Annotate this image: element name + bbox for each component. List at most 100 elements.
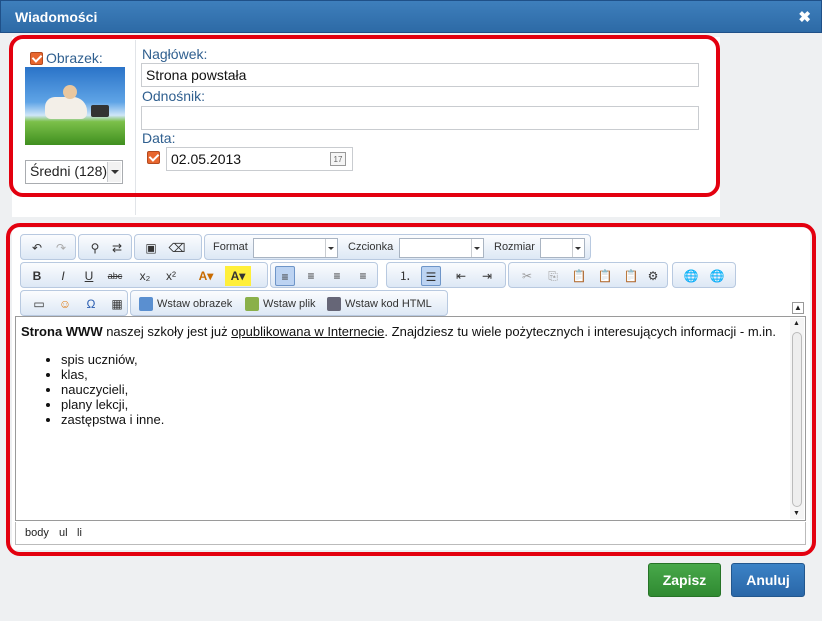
paste-word-icon[interactable]: 📋 — [621, 266, 641, 286]
news-image-thumbnail[interactable] — [25, 67, 125, 145]
insert-image-label: Wstaw obrazek — [157, 298, 233, 310]
size-label: Rozmiar — [494, 241, 535, 253]
scroll-down-icon[interactable]: ▼ — [793, 510, 800, 517]
horizontal-rule-icon[interactable]: ▭ — [29, 294, 49, 314]
underline-icon[interactable]: U — [79, 266, 99, 286]
align-right-icon[interactable]: ≡ — [327, 266, 347, 286]
path-li[interactable]: li — [77, 527, 82, 539]
date-value: 02.05.2013 — [171, 151, 242, 167]
ordered-list-icon[interactable]: ⒈ — [395, 266, 415, 286]
path-body[interactable]: body — [25, 527, 49, 539]
link-label: Odnośnik: — [142, 88, 206, 104]
smiley-icon[interactable]: ☺ — [55, 294, 75, 314]
text-color-icon[interactable]: A▾ — [193, 266, 219, 286]
text-before-link: naszej szkoły jest już — [102, 324, 232, 339]
toolbar-group-styles: Format Czcionka Rozmiar — [204, 234, 591, 260]
editor-area[interactable]: Strona WWW naszej szkoły jest już opubli… — [15, 316, 806, 521]
toolbar-group-links: 🌐 🌐 — [672, 262, 736, 288]
format-select[interactable] — [253, 238, 338, 258]
undo-icon[interactable]: ↶ — [27, 238, 47, 258]
editor-scrollbar[interactable]: ▲ ▼ — [790, 318, 804, 519]
replace-icon[interactable]: ⇄ — [107, 238, 127, 258]
subscript-icon[interactable]: x₂ — [135, 266, 155, 286]
outdent-icon[interactable]: ⇤ — [451, 266, 471, 286]
italic-icon[interactable]: I — [53, 266, 73, 286]
font-label: Czcionka — [348, 241, 394, 253]
toolbar-row-3: ▭ ☺ Ω ▦ Wstaw obrazek Wstaw plik Wstaw k… — [20, 290, 450, 316]
link-icon[interactable]: 🌐 — [681, 266, 701, 286]
editor-content[interactable]: Strona WWW naszej szkoły jest już opubli… — [21, 324, 781, 427]
chevron-down-icon — [471, 239, 483, 257]
insert-image-button[interactable]: Wstaw obrazek — [137, 294, 232, 314]
toolbar-group-media: Wstaw obrazek Wstaw plik Wstaw kod HTML — [130, 290, 448, 316]
headline-label: Nagłówek: — [142, 46, 208, 62]
insert-html-button[interactable]: Wstaw kod HTML — [325, 294, 432, 314]
toolbar-group-select: ▣ ⌫ — [134, 234, 202, 260]
date-label: Data: — [142, 130, 176, 146]
toolbar-group-clipboard: ✂ ⎘ 📋 📋 📋 ⚙ — [508, 262, 668, 288]
special-char-icon[interactable]: Ω — [81, 294, 101, 314]
source-icon[interactable]: ⚙ — [643, 266, 663, 286]
editor-statusbar: body ul li — [15, 522, 806, 545]
align-justify-icon[interactable]: ≡ — [353, 266, 373, 286]
align-center-icon[interactable]: ≡ — [301, 266, 321, 286]
date-checkbox[interactable] — [147, 151, 160, 164]
list-item: plany lekcji, — [61, 397, 781, 412]
toolbar-group-insert: ▭ ☺ Ω ▦ — [20, 290, 128, 316]
list-item: nauczycieli, — [61, 382, 781, 397]
date-input[interactable]: 02.05.2013 17 — [166, 147, 353, 171]
chevron-down-icon — [107, 162, 121, 182]
align-left-icon[interactable]: ≡ — [275, 266, 295, 286]
toolbar-row-1: ↶ ↷ ⚲ ⇄ ▣ ⌫ Format Czcionka Rozmiar — [20, 234, 600, 260]
link-input[interactable] — [141, 106, 699, 130]
toolbar-group-align: ≡ ≡ ≡ ≡ — [270, 262, 378, 288]
superscript-icon[interactable]: x² — [161, 266, 181, 286]
image-icon — [139, 297, 153, 311]
scroll-up-icon[interactable]: ▲ — [793, 320, 800, 327]
copy-icon[interactable]: ⎘ — [543, 266, 563, 286]
image-size-value: Średni (128) — [30, 163, 108, 179]
chevron-down-icon — [325, 239, 337, 257]
collapse-toolbar-icon[interactable]: ▲ — [792, 302, 804, 314]
dialog-title: Wiadomości — [15, 9, 98, 25]
paste-text-icon[interactable]: 📋 — [595, 266, 615, 286]
size-select[interactable] — [540, 238, 585, 258]
chevron-down-icon — [572, 239, 584, 257]
editor-list: spis uczniów, klas, nauczycieli, plany l… — [21, 352, 781, 427]
list-item: spis uczniów, — [61, 352, 781, 367]
eraser-icon[interactable]: ⌫ — [167, 238, 187, 258]
find-icon[interactable]: ⚲ — [85, 238, 105, 258]
image-label: Obrazek: — [46, 50, 103, 66]
dialog-titlebar: Wiadomości ✖ — [0, 0, 822, 33]
toolbar-group-text: B I U abc x₂ x² A▾ A▾ — [20, 262, 268, 288]
format-label: Format — [213, 241, 248, 253]
bold-icon[interactable]: B — [27, 266, 47, 286]
calendar-icon[interactable]: 17 — [330, 152, 346, 166]
editor-link[interactable]: opublikowana w Internecie — [231, 324, 384, 339]
cancel-button[interactable]: Anuluj — [731, 563, 805, 597]
insert-file-button[interactable]: Wstaw plik — [243, 294, 316, 314]
paste-icon[interactable]: 📋 — [569, 266, 589, 286]
path-ul[interactable]: ul — [59, 527, 68, 539]
background-color-icon[interactable]: A▾ — [225, 266, 251, 286]
table-icon[interactable]: ▦ — [107, 294, 127, 314]
image-checkbox[interactable] — [30, 52, 43, 65]
scrollbar-thumb[interactable] — [792, 332, 802, 507]
image-size-select[interactable]: Średni (128) — [25, 160, 123, 184]
toolbar-group-find: ⚲ ⇄ — [78, 234, 132, 260]
toolbar-row-2: B I U abc x₂ x² A▾ A▾ ≡ ≡ ≡ ≡ ⒈ ☰ ⇤ ⇥ ✂ … — [20, 262, 740, 288]
select-all-icon[interactable]: ▣ — [141, 238, 161, 258]
save-button[interactable]: Zapisz — [648, 563, 721, 597]
headline-input[interactable] — [141, 63, 699, 87]
cut-icon[interactable]: ✂ — [517, 266, 537, 286]
list-item: klas, — [61, 367, 781, 382]
font-select[interactable] — [399, 238, 484, 258]
unordered-list-icon[interactable]: ☰ — [421, 266, 441, 286]
redo-icon[interactable]: ↷ — [51, 238, 71, 258]
close-icon[interactable]: ✖ — [798, 8, 811, 26]
bold-text: Strona WWW — [21, 324, 103, 339]
indent-icon[interactable]: ⇥ — [477, 266, 497, 286]
toolbar-group-history: ↶ ↷ — [20, 234, 76, 260]
unlink-icon[interactable]: 🌐 — [707, 266, 727, 286]
strikethrough-icon[interactable]: abc — [105, 266, 125, 286]
